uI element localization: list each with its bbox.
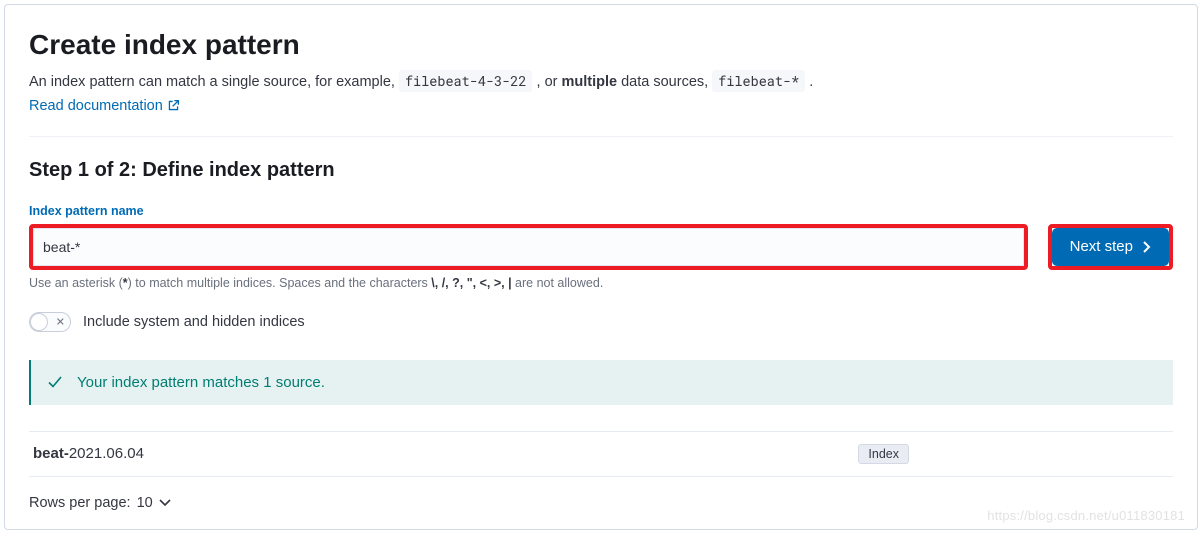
field-row: Next step [29,224,1173,270]
pager-label: Rows per page: [29,495,131,511]
check-icon [47,374,63,390]
doc-link-label: Read documentation [29,98,163,114]
external-link-icon [167,99,180,112]
close-icon: ✕ [56,315,65,328]
source-name-rest: 2021.06.04 [69,445,144,462]
desc-bold: multiple [562,74,618,90]
desc-text: An index pattern can match a single sour… [29,74,399,90]
create-index-pattern-panel: Create index pattern An index pattern ca… [4,4,1198,530]
include-system-indices-label: Include system and hidden indices [83,314,305,330]
chevron-down-icon [159,498,171,508]
read-documentation-link[interactable]: Read documentation [29,98,180,114]
desc-example-code-single: filebeat-4-3-22 [399,70,533,92]
source-type-badge: Index [858,444,909,464]
step-title: Step 1 of 2: Define index pattern [29,159,1173,182]
help-text-part: are not allowed. [512,276,604,290]
match-success-callout: Your index pattern matches 1 source. [29,360,1173,405]
source-name: beat-2021.06.04 [33,445,144,462]
help-text-part: ) to match multiple indices. Spaces and … [128,276,432,290]
index-pattern-name-input[interactable] [33,228,1024,266]
next-step-button[interactable]: Next step [1052,228,1169,266]
desc-example-code-multi: filebeat-* [712,70,805,92]
divider [29,136,1173,137]
rows-per-page-selector[interactable]: Rows per page: 10 [29,495,171,511]
desc-text: , or [537,74,562,90]
switch-thumb [30,313,48,331]
include-system-indices-toggle[interactable]: ✕ [29,312,71,332]
page-title: Create index pattern [29,29,1173,61]
help-text-part: Use an asterisk ( [29,276,123,290]
table-row: beat-2021.06.04 Index [29,432,1173,477]
help-text: Use an asterisk (*) to match multiple in… [29,276,1173,290]
source-name-match: beat- [33,445,69,462]
chevron-right-icon [1141,241,1151,253]
desc-text: . [809,74,813,90]
matching-sources-table: beat-2021.06.04 Index [29,431,1173,477]
help-text-chars: \, /, ?, ", <, >, | [431,276,511,290]
input-highlight [29,224,1028,270]
callout-text: Your index pattern matches 1 source. [77,374,325,391]
include-system-indices-row: ✕ Include system and hidden indices [29,312,1173,332]
page-description: An index pattern can match a single sour… [29,71,1173,94]
button-highlight: Next step [1048,224,1173,270]
pager-value: 10 [137,495,153,511]
desc-text: data sources, [617,74,712,90]
watermark: https://blog.csdn.net/u011830181 [987,508,1185,523]
next-step-button-label: Next step [1070,238,1133,255]
index-pattern-name-label: Index pattern name [29,204,1173,218]
